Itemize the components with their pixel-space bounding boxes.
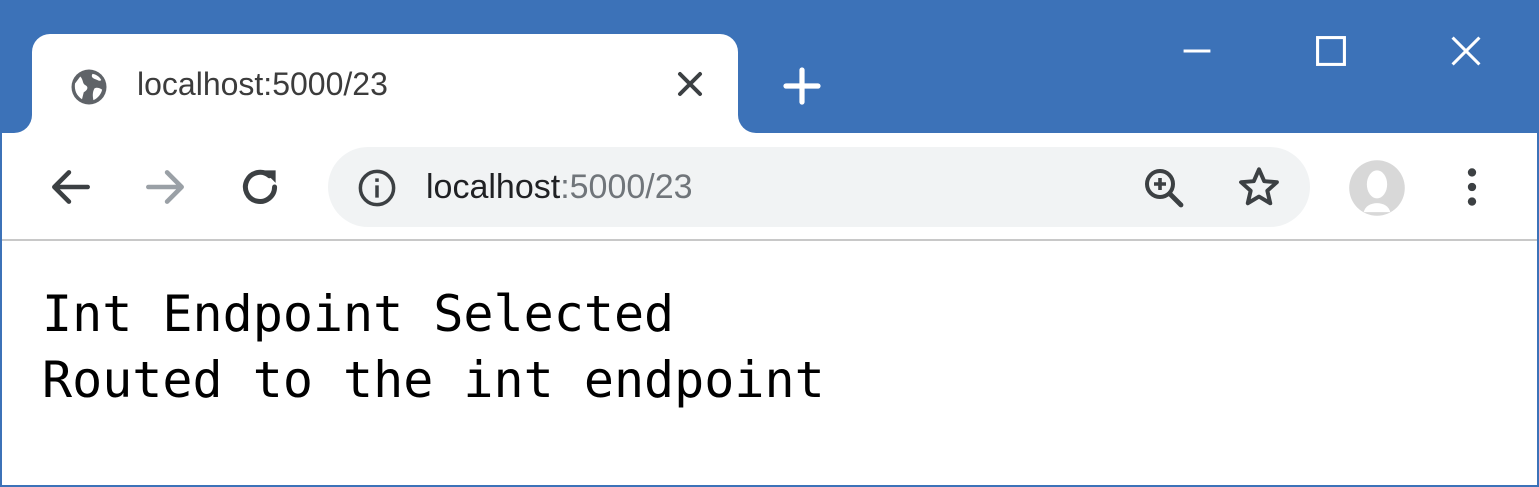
reload-icon[interactable]	[234, 162, 286, 212]
window-close-icon[interactable]	[1443, 28, 1489, 74]
page-text-line-1: Int Endpoint Selected	[42, 285, 675, 343]
url-host: localhost	[426, 168, 561, 206]
zoom-in-icon[interactable]	[1140, 164, 1188, 212]
page-text-line-2: Routed to the int endpoint	[42, 351, 825, 409]
forward-arrow-icon[interactable]	[140, 162, 190, 212]
address-url[interactable]: localhost:5000/23	[426, 164, 693, 210]
browser-window: localhost:5000/23 localhost:5000/23 Int …	[0, 0, 1539, 487]
back-arrow-icon[interactable]	[46, 162, 96, 212]
globe-icon	[71, 69, 107, 105]
site-info-icon[interactable]	[356, 167, 398, 209]
tab-corner-left	[2, 113, 32, 133]
new-tab-plus-icon[interactable]	[778, 62, 826, 110]
url-path: :5000/23	[560, 168, 693, 206]
minimize-icon[interactable]	[1174, 28, 1220, 74]
tab-close-icon[interactable]	[670, 64, 710, 104]
bookmark-star-icon[interactable]	[1234, 162, 1284, 212]
tab-title: localhost:5000/23	[137, 66, 388, 102]
profile-avatar-icon[interactable]	[1348, 159, 1406, 217]
more-menu-icon[interactable]	[1454, 162, 1490, 212]
tab-corner-right	[738, 113, 768, 133]
maximize-icon[interactable]	[1308, 28, 1354, 74]
